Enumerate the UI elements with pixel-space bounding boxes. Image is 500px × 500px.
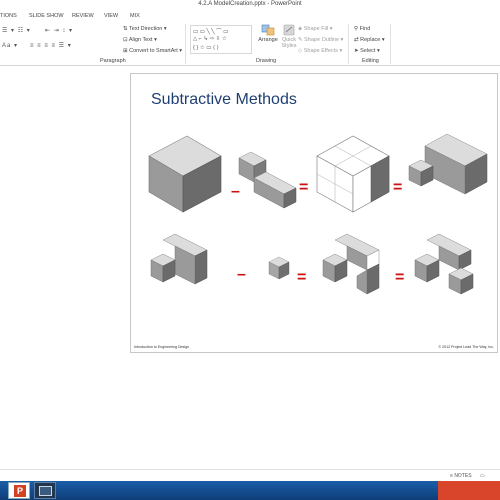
separator <box>348 24 349 64</box>
slide[interactable]: Subtractive Methods – = = – = = Introduc… <box>130 73 498 353</box>
powerpoint-icon: P <box>14 485 26 497</box>
equals-operator: = <box>299 179 308 196</box>
shapes-gallery[interactable]: ▭ ▭ ╲ ╲ ⌒ ▭ △ ⌐ ↳ ⇨ ⇩ ☆ { } ☆ ▭ ⟨ ⟩ <box>190 25 252 54</box>
powerpoint-taskbar-button[interactable]: P <box>8 482 30 499</box>
title-bar: 4.2.A ModelCreation.pptx - PowerPoint <box>0 0 500 11</box>
tab-slide-show[interactable]: SLIDE SHOW <box>29 13 64 19</box>
text-direction-label: Text Direction <box>129 26 163 32</box>
shape-outline-button[interactable]: ✎ Shape Outline ▾ <box>298 37 343 43</box>
window-thumbnail-icon <box>39 486 52 496</box>
replace-label: Replace <box>360 37 381 43</box>
minus-operator: – <box>237 266 246 283</box>
subtractive-methods-diagram: – = = – = = <box>148 133 488 295</box>
font-case-button[interactable]: Aa ▾ <box>2 42 18 49</box>
shape-row-2: △ ⌐ ↳ ⇨ ⇩ ☆ <box>193 36 227 42</box>
shape-fill-button[interactable]: ◈ Shape Fill ▾ <box>298 26 333 32</box>
slide-footer-left: Introduction to Engineering Design <box>134 345 190 349</box>
arrange-button[interactable]: Arrange <box>256 24 280 43</box>
shape-effects-label: Shape Effects <box>303 48 338 54</box>
final-shape <box>414 233 474 295</box>
wireframe-block-shape <box>316 135 390 213</box>
convert-smartart-label: Convert to SmartArt <box>129 48 178 54</box>
shape-effects-button[interactable]: ◇ Shape Effects ▾ <box>298 48 342 54</box>
align-text-label: Align Text <box>128 37 153 43</box>
full-block-shape <box>148 135 222 213</box>
partial-removal-shape <box>322 233 380 295</box>
tab-animations[interactable]: TIONS <box>0 13 17 19</box>
small-cube-shape <box>268 256 290 280</box>
tab-mix[interactable]: MIX <box>130 13 140 19</box>
equals-operator: = <box>297 269 306 286</box>
l-block-shape <box>150 233 208 285</box>
shape-row-1: ▭ ▭ ╲ ╲ ⌒ ▭ <box>193 29 229 35</box>
align-text-button[interactable]: ⊡ Align Text ▾ <box>123 37 157 43</box>
list-buttons[interactable]: ☰ ▾ ☷ ▾ <box>2 27 31 34</box>
shape-fill-label: Shape Fill <box>303 26 329 32</box>
editing-group-label: Editing <box>362 58 379 64</box>
alignment-buttons[interactable]: ≡ ≡ ≡ ≡ ☰ ▾ <box>30 42 72 49</box>
quick-styles-label: Quick Styles <box>281 37 297 49</box>
quick-styles-icon <box>283 24 295 36</box>
indent-buttons[interactable]: ⇤ ⇥ ↕ ▾ <box>45 27 73 34</box>
find-button[interactable]: ⚲ Find <box>354 26 370 32</box>
tab-view[interactable]: VIEW <box>104 13 118 19</box>
slide-editing-area[interactable]: Subtractive Methods – = = – = = Introduc… <box>0 66 500 460</box>
ribbon-tabs: TIONS SLIDE SHOW REVIEW VIEW MIX <box>0 11 500 22</box>
separator <box>390 24 391 64</box>
find-label: Find <box>359 26 371 32</box>
separator <box>185 24 186 64</box>
convert-smartart-button[interactable]: ⊞ Convert to SmartArt ▾ <box>123 48 182 54</box>
system-tray <box>438 481 500 500</box>
slide-footer-right: © 2012 Project Lead The Way, Inc. <box>438 345 494 349</box>
window-title: 4.2.A ModelCreation.pptx - PowerPoint <box>198 1 302 7</box>
comments-icon[interactable]: ▭ <box>480 473 485 479</box>
paragraph-group-label: Paragraph <box>100 58 126 64</box>
taskbar: P <box>0 481 500 500</box>
select-button[interactable]: ➤ Select ▾ <box>354 48 380 54</box>
status-bar: ≡ NOTES ▭ <box>0 469 500 481</box>
select-label: Select <box>360 48 376 54</box>
font-case-label: Aa <box>2 43 12 49</box>
replace-button[interactable]: ⇄ Replace ▾ <box>354 37 385 43</box>
notes-button[interactable]: ≡ NOTES <box>450 473 472 479</box>
arrange-label: Arrange <box>258 37 278 43</box>
minus-operator: – <box>231 183 240 200</box>
powerpoint-window: 4.2.A ModelCreation.pptx - PowerPoint TI… <box>0 0 500 500</box>
notes-label: NOTES <box>454 473 472 479</box>
tab-review[interactable]: REVIEW <box>72 13 94 19</box>
removed-l-shape <box>238 151 297 209</box>
text-direction-button[interactable]: ⇅ Text Direction ▾ <box>123 26 167 32</box>
drawing-group-label: Drawing <box>256 58 277 64</box>
shape-row-3: { } ☆ ▭ ⟨ ⟩ <box>193 45 219 51</box>
result-shape <box>408 133 488 195</box>
equals-operator: = <box>393 179 402 196</box>
arrange-icon <box>261 24 275 36</box>
equals-operator: = <box>395 269 404 286</box>
taskbar-window-button[interactable] <box>34 482 56 499</box>
ribbon: ☰ ▾ ☷ ▾ Aa ▾ ⇤ ⇥ ↕ ▾ ≡ ≡ ≡ ≡ ☰ ▾ ⇅ Text … <box>0 22 500 66</box>
quick-styles-button[interactable]: Quick Styles <box>278 24 300 49</box>
shape-outline-label: Shape Outline <box>304 37 339 43</box>
